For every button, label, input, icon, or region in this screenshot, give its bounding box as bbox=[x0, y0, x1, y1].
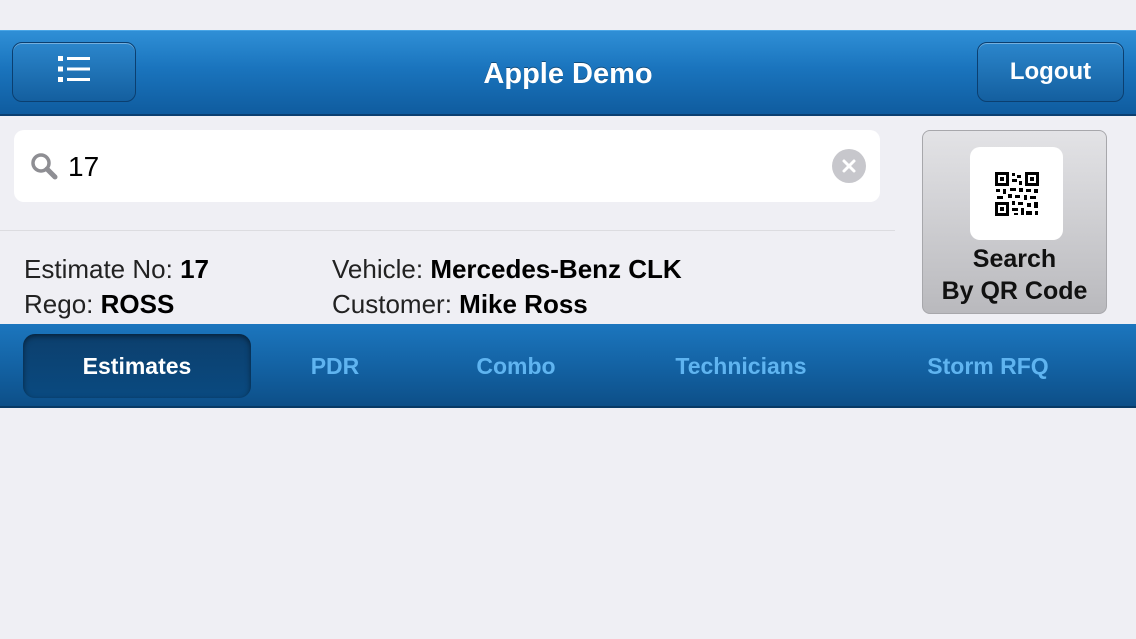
customer-value: Mike Ross bbox=[459, 289, 588, 319]
tab-combo[interactable]: Combo bbox=[446, 334, 586, 398]
vehicle-value: Mercedes-Benz CLK bbox=[430, 254, 682, 284]
vehicle: Vehicle: Mercedes-Benz CLK bbox=[332, 254, 682, 285]
search-input[interactable] bbox=[66, 144, 810, 190]
menu-button[interactable] bbox=[12, 42, 136, 102]
screen: Apple Demo Logout Estimate No: 17 Rego: … bbox=[0, 0, 1136, 639]
estimate-number: Estimate No: 17 bbox=[24, 254, 209, 285]
logout-button[interactable]: Logout bbox=[977, 42, 1124, 102]
estimate-number-label: Estimate No: bbox=[24, 254, 173, 284]
qr-label-line2: By QR Code bbox=[941, 277, 1088, 305]
search-field[interactable] bbox=[14, 130, 880, 202]
rego-label: Rego: bbox=[24, 289, 94, 319]
navigation-bar: Apple Demo Logout bbox=[0, 30, 1136, 116]
qr-button-label: Search By QR Code bbox=[923, 243, 1106, 307]
tab-pdr[interactable]: PDR bbox=[270, 334, 400, 398]
rego: Rego: ROSS bbox=[24, 289, 174, 320]
customer-label: Customer: bbox=[332, 289, 452, 319]
search-icon bbox=[30, 152, 58, 185]
tab-technicians[interactable]: Technicians bbox=[650, 334, 832, 398]
estimate-number-value: 17 bbox=[180, 254, 209, 284]
customer: Customer: Mike Ross bbox=[332, 289, 588, 320]
tab-estimates[interactable]: Estimates bbox=[23, 334, 251, 398]
tab-storm-rfq[interactable]: Storm RFQ bbox=[898, 334, 1078, 398]
vehicle-label: Vehicle: bbox=[332, 254, 424, 284]
list-icon bbox=[57, 54, 91, 91]
clear-icon[interactable] bbox=[832, 149, 866, 183]
divider bbox=[0, 230, 895, 231]
page-title: Apple Demo bbox=[483, 57, 653, 90]
rego-value: ROSS bbox=[100, 289, 175, 319]
qr-label-line1: Search bbox=[972, 245, 1057, 273]
tab-bar: Estimates PDR Combo Technicians Storm RF… bbox=[0, 324, 1136, 408]
search-by-qr-button[interactable]: Search By QR Code bbox=[922, 130, 1107, 314]
qr-code-icon bbox=[970, 147, 1063, 240]
